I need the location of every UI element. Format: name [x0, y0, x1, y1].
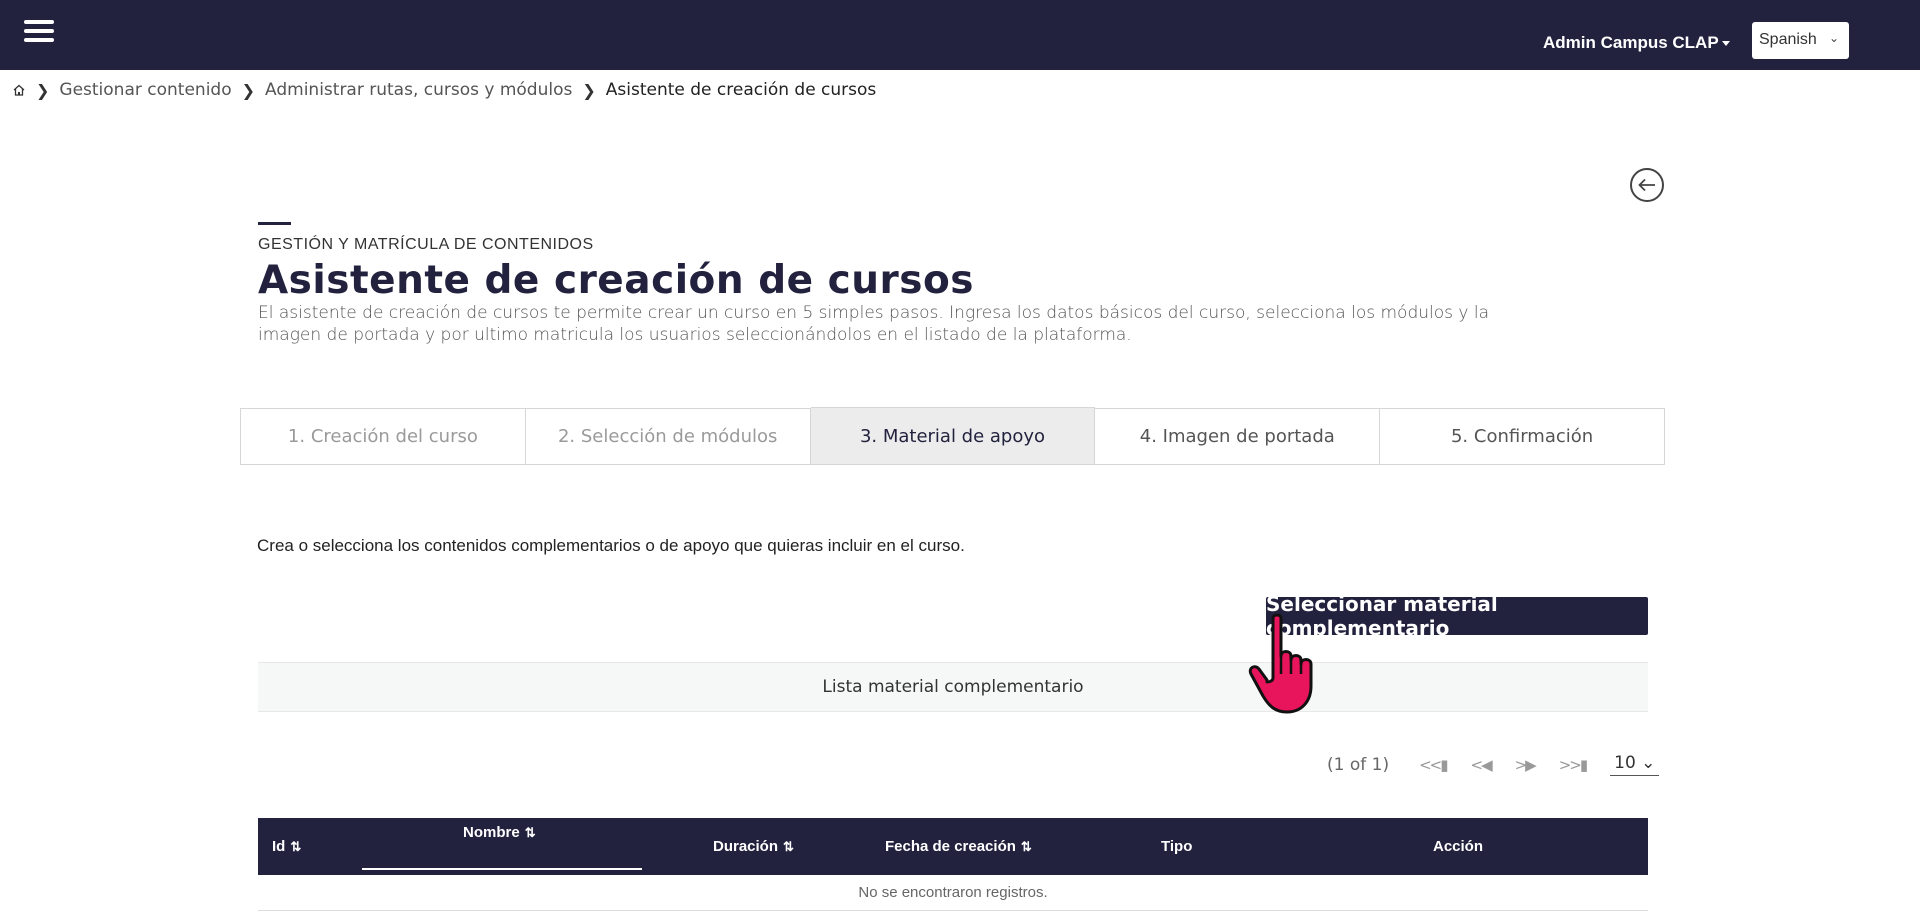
tab-creacion-del-curso[interactable]: 1. Creación del curso	[241, 409, 526, 464]
hamburger-menu-icon[interactable]	[24, 20, 54, 46]
page-info: (1 of 1)	[1327, 754, 1390, 775]
column-label: Tipo	[1161, 838, 1193, 855]
column-header-nombre[interactable]: Nombre ⇅	[463, 824, 536, 841]
page-overline: GESTIÓN Y MATRÍCULA DE CONTENIDOS	[258, 236, 594, 253]
step-instructions: Crea o selecciona los contenidos complem…	[257, 536, 965, 555]
breadcrumb-link-administrar-rutas[interactable]: Administrar rutas, cursos y módulos	[265, 80, 572, 100]
breadcrumb-separator-icon: ❯	[582, 80, 596, 100]
sort-icon: ⇅	[783, 839, 794, 854]
column-label: Id	[272, 838, 286, 855]
column-header-id[interactable]: Id ⇅	[272, 838, 301, 855]
tab-material-de-apoyo[interactable]: 3. Material de apoyo	[810, 407, 1096, 464]
chevron-down-icon: ⌄	[1828, 31, 1839, 45]
arrow-left-icon	[1638, 178, 1655, 192]
top-navbar: Admin Campus CLAP Spanish ⌄	[0, 0, 1920, 70]
home-icon[interactable]	[12, 83, 26, 97]
tab-seleccion-de-modulos[interactable]: 2. Selección de módulos	[526, 409, 811, 464]
nombre-filter-input[interactable]	[362, 868, 642, 870]
column-header-tipo: Tipo	[1161, 838, 1192, 855]
column-label: Fecha de creación	[885, 838, 1016, 855]
rows-per-page-select[interactable]: 10 ⌄	[1610, 753, 1660, 776]
hand-pointer-cursor-icon	[1248, 613, 1313, 714]
last-page-icon[interactable]: >>▮	[1559, 756, 1588, 774]
title-accent-line	[258, 222, 291, 225]
breadcrumb-separator-icon: ❯	[36, 80, 50, 100]
language-value: Spanish	[1759, 31, 1817, 48]
breadcrumb-link-gestionar-contenido[interactable]: Gestionar contenido	[59, 80, 231, 100]
page-title: Asistente de creación de cursos	[258, 258, 974, 303]
sort-icon: ⇅	[524, 825, 536, 840]
next-page-icon[interactable]: >▶	[1515, 756, 1537, 774]
column-label: Acción	[1433, 838, 1484, 855]
tab-imagen-de-portada[interactable]: 4. Imagen de portada	[1095, 409, 1381, 464]
empty-table-message: No se encontraron registros.	[258, 875, 1648, 911]
paginator: (1 of 1) <<▮ <◀ >▶ >>▮ 10 ⌄	[1327, 753, 1660, 776]
material-list-header: Lista material complementario	[258, 662, 1648, 712]
material-table: Id ⇅ Nombre ⇅ Duración ⇅ Fecha de creación ⇅…	[258, 818, 1648, 911]
sort-icon: ⇅	[290, 839, 302, 854]
rows-per-page-value: 10	[1614, 753, 1636, 773]
column-header-accion: Acción	[1433, 838, 1483, 855]
user-menu-dropdown[interactable]: Admin Campus CLAP	[1543, 33, 1730, 53]
sort-icon: ⇅	[1020, 839, 1032, 854]
breadcrumb-current: Asistente de creación de cursos	[605, 80, 877, 100]
back-arrow-button[interactable]	[1630, 168, 1664, 202]
table-header: Id ⇅ Nombre ⇅ Duración ⇅ Fecha de creación ⇅…	[258, 818, 1648, 875]
user-menu-label: Admin Campus CLAP	[1543, 33, 1719, 52]
wizard-steps: 1. Creación del curso 2. Selección de mó…	[240, 407, 1665, 465]
column-label: Nombre	[463, 824, 520, 841]
page-description: El asistente de creación de cursos te pe…	[258, 303, 1489, 345]
previous-page-icon[interactable]: <◀	[1471, 756, 1493, 774]
breadcrumb-separator-icon: ❯	[241, 80, 256, 100]
breadcrumb: ❯ Gestionar contenido ❯ Administrar ruta…	[12, 80, 876, 100]
column-label: Duración	[713, 838, 779, 855]
column-header-duracion[interactable]: Duración ⇅	[713, 838, 794, 855]
tab-confirmacion[interactable]: 5. Confirmación	[1380, 409, 1664, 464]
language-select[interactable]: Spanish ⌄	[1752, 22, 1849, 59]
caret-down-icon	[1721, 41, 1730, 47]
first-page-icon[interactable]: <<▮	[1419, 756, 1448, 774]
column-header-fecha-creacion[interactable]: Fecha de creación ⇅	[885, 838, 1032, 855]
